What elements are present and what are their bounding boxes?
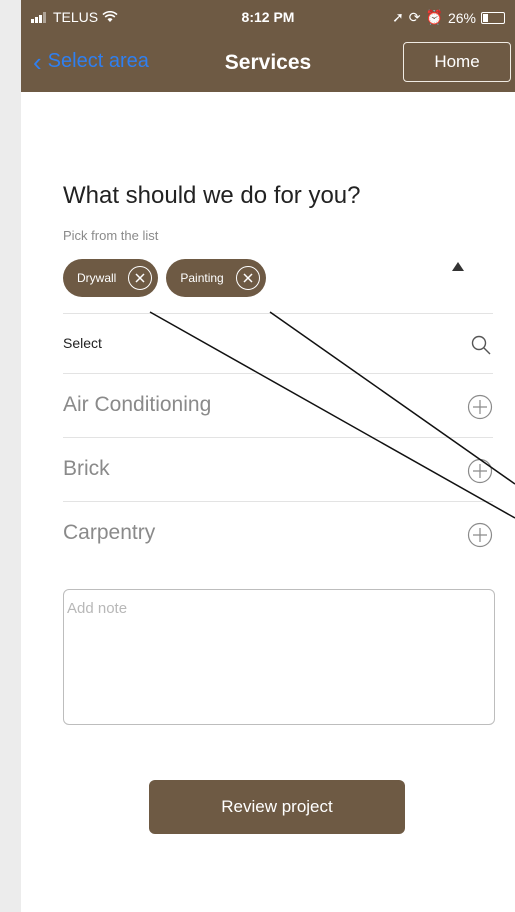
question-heading: What should we do for you? xyxy=(63,182,361,209)
remove-chip-button[interactable] xyxy=(235,266,260,290)
home-button[interactable]: Home xyxy=(403,42,511,82)
list-item-label: Carpentry xyxy=(63,521,156,544)
alarm-icon: ⏰ xyxy=(425,9,443,25)
location-icon: ➚ xyxy=(392,9,404,25)
list-item-label: Air Conditioning xyxy=(63,393,212,416)
selected-services: Drywall Painting xyxy=(63,259,266,297)
battery-icon xyxy=(481,11,505,24)
add-circle-icon[interactable] xyxy=(467,522,493,548)
list-item-carpentry[interactable]: Carpentry xyxy=(63,502,493,566)
question-subheading: Pick from the list xyxy=(63,228,159,243)
app-screen: TELUS 8:12 PM ➚ ⟳ ⏰ 26% ‹ Select area Se… xyxy=(21,0,515,912)
add-circle-icon[interactable] xyxy=(467,458,493,484)
battery-percent: 26% xyxy=(447,9,476,26)
chip-drywall: Drywall xyxy=(63,259,159,297)
chip-painting: Painting xyxy=(166,259,266,297)
close-icon xyxy=(243,273,253,283)
note-input[interactable] xyxy=(63,589,495,725)
list-item-air-conditioning[interactable]: Air Conditioning xyxy=(63,374,493,438)
chip-label: Painting xyxy=(180,271,224,285)
top-bar: TELUS 8:12 PM ➚ ⟳ ⏰ 26% ‹ Select area Se… xyxy=(21,0,515,92)
close-icon xyxy=(135,273,145,283)
remove-chip-button[interactable] xyxy=(128,266,153,290)
list-item-label: Brick xyxy=(63,457,110,480)
select-search-row[interactable]: Select xyxy=(63,317,493,373)
list-item-brick[interactable]: Brick xyxy=(63,438,493,502)
collapse-list-icon[interactable] xyxy=(449,258,467,276)
chip-label: Drywall xyxy=(77,271,117,285)
search-icon[interactable] xyxy=(469,333,493,357)
status-right: ➚ ⟳ ⏰ 26% xyxy=(392,9,505,26)
review-project-button[interactable]: Review project xyxy=(149,780,405,834)
navigation-bar: ‹ Select area Services Home xyxy=(21,34,515,90)
status-bar: TELUS 8:12 PM ➚ ⟳ ⏰ 26% xyxy=(21,0,515,34)
add-circle-icon[interactable] xyxy=(467,394,493,420)
divider xyxy=(63,313,493,314)
select-label: Select xyxy=(63,335,102,351)
lock-rotation-icon: ⟳ xyxy=(408,9,421,25)
